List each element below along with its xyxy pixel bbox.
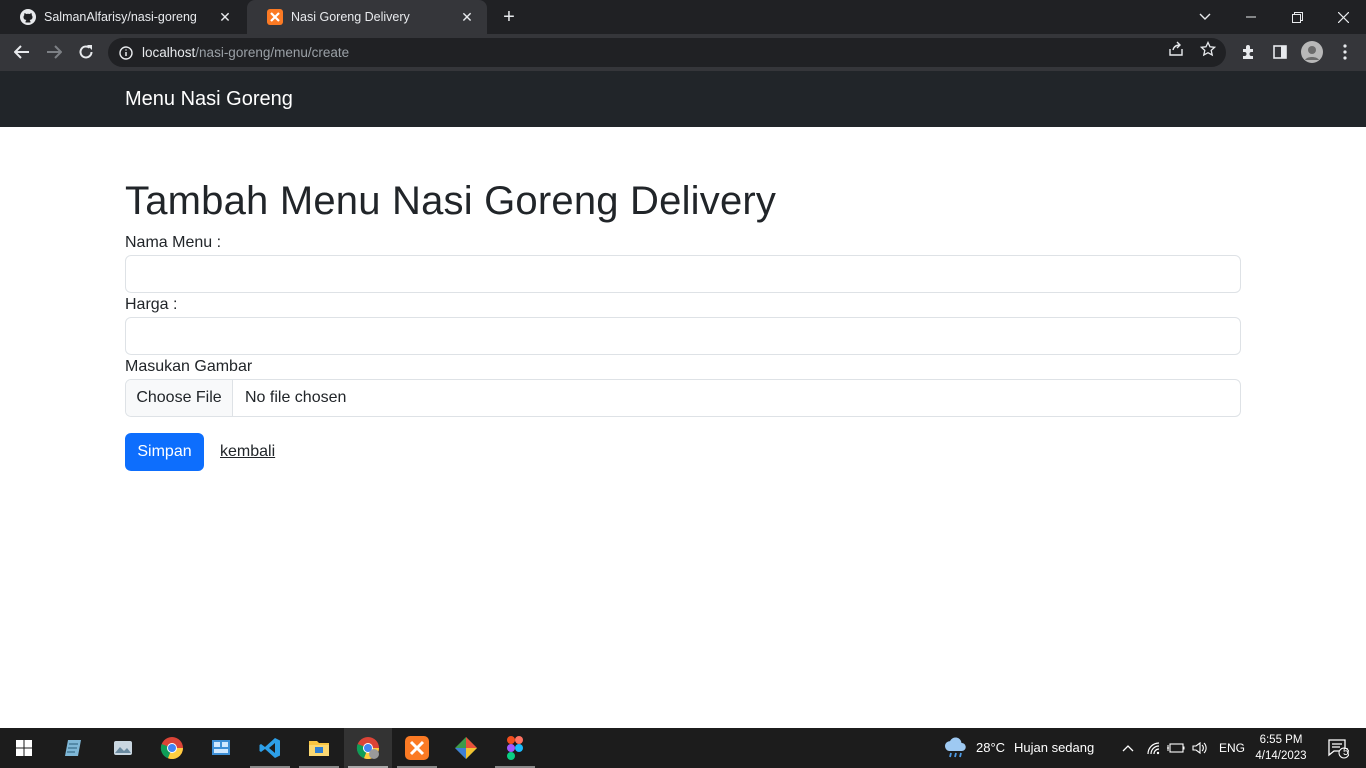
tab-search-icon[interactable]: [1182, 0, 1228, 34]
minimize-icon[interactable]: [1228, 0, 1274, 34]
windows-taskbar: 28°C Hujan sedang ENG 6:55 PM 4/14/2023 …: [0, 728, 1366, 768]
volume-icon[interactable]: [1188, 728, 1212, 768]
harga-input[interactable]: [125, 317, 1241, 355]
navbar-brand[interactable]: Menu Nasi Goreng: [125, 88, 293, 111]
wifi-icon[interactable]: [1142, 728, 1166, 768]
vscode-icon[interactable]: [246, 728, 294, 768]
language-indicator[interactable]: ENG: [1219, 741, 1245, 755]
close-tab-icon[interactable]: ✕: [459, 9, 475, 25]
browser-toolbar: localhost/nasi-goreng/menu/create: [0, 34, 1366, 71]
navbar: Menu Nasi Goreng: [0, 71, 1366, 127]
back-icon[interactable]: [8, 38, 36, 66]
site-info-icon[interactable]: [118, 45, 134, 61]
file-explorer-icon[interactable]: [295, 728, 343, 768]
nama-menu-input[interactable]: [125, 255, 1241, 293]
chrome-menu-icon[interactable]: [1331, 38, 1359, 66]
clock[interactable]: 6:55 PM 4/14/2023: [1248, 732, 1314, 764]
close-tab-icon[interactable]: ✕: [217, 9, 233, 25]
notepad-icon[interactable]: [50, 728, 98, 768]
address-bar[interactable]: localhost/nasi-goreng/menu/create: [108, 38, 1226, 67]
bookmark-star-icon[interactable]: [1199, 40, 1217, 58]
clock-date: 4/14/2023: [1255, 750, 1307, 762]
figma-icon[interactable]: [491, 728, 539, 768]
file-status-text: No file chosen: [245, 389, 347, 406]
notification-center-icon[interactable]: 5: [1318, 728, 1358, 768]
xampp-icon[interactable]: [393, 728, 441, 768]
restore-icon[interactable]: [1274, 0, 1320, 34]
kembali-link[interactable]: kembali: [220, 443, 275, 461]
windows-start-icon[interactable]: [0, 728, 48, 768]
clock-time: 6:55 PM: [1259, 734, 1303, 746]
chrome-icon[interactable]: [148, 728, 196, 768]
new-tab-button[interactable]: +: [498, 6, 520, 28]
page-title: Tambah Menu Nasi Goreng Delivery: [125, 179, 777, 223]
harga-label: Harga :: [125, 296, 178, 313]
weather-temp: 28°C: [976, 740, 1006, 755]
chrome-profile-icon[interactable]: [344, 728, 392, 768]
battery-icon[interactable]: [1164, 728, 1188, 768]
extensions-icon[interactable]: [1234, 38, 1262, 66]
choose-file-button[interactable]: Choose File: [126, 380, 233, 416]
tab-github[interactable]: SalmanAlfarisy/nasi-goreng ✕: [0, 0, 245, 34]
forward-icon[interactable]: [40, 38, 68, 66]
github-icon: [20, 9, 36, 25]
control-panel-icon[interactable]: [197, 728, 245, 768]
git-icon[interactable]: [442, 728, 490, 768]
side-panel-icon[interactable]: [1266, 38, 1294, 66]
nama-menu-label: Nama Menu :: [125, 234, 222, 251]
xampp-icon: [267, 9, 283, 25]
browser-tab-strip: SalmanAlfarisy/nasi-goreng ✕ Nasi Goreng…: [0, 0, 1366, 34]
weather-desc: Hujan sedang: [1014, 740, 1095, 755]
simpan-button[interactable]: Simpan: [125, 433, 204, 471]
url-text: localhost/nasi-goreng/menu/create: [142, 45, 350, 60]
weather-icon[interactable]: [932, 728, 980, 768]
share-icon[interactable]: [1167, 40, 1185, 58]
gambar-label: Masukan Gambar: [125, 358, 253, 375]
tab-nasi-goreng[interactable]: Nasi Goreng Delivery ✕: [247, 0, 487, 34]
reload-icon[interactable]: [72, 38, 100, 66]
tab-title: SalmanAlfarisy/nasi-goreng: [44, 10, 197, 24]
profile-avatar[interactable]: [1298, 38, 1326, 66]
close-window-icon[interactable]: [1320, 0, 1366, 34]
notification-count: 5: [1343, 747, 1349, 758]
tab-title: Nasi Goreng Delivery: [291, 10, 410, 24]
photos-icon[interactable]: [99, 728, 147, 768]
gambar-file-input[interactable]: Choose File No file chosen: [125, 379, 1241, 417]
